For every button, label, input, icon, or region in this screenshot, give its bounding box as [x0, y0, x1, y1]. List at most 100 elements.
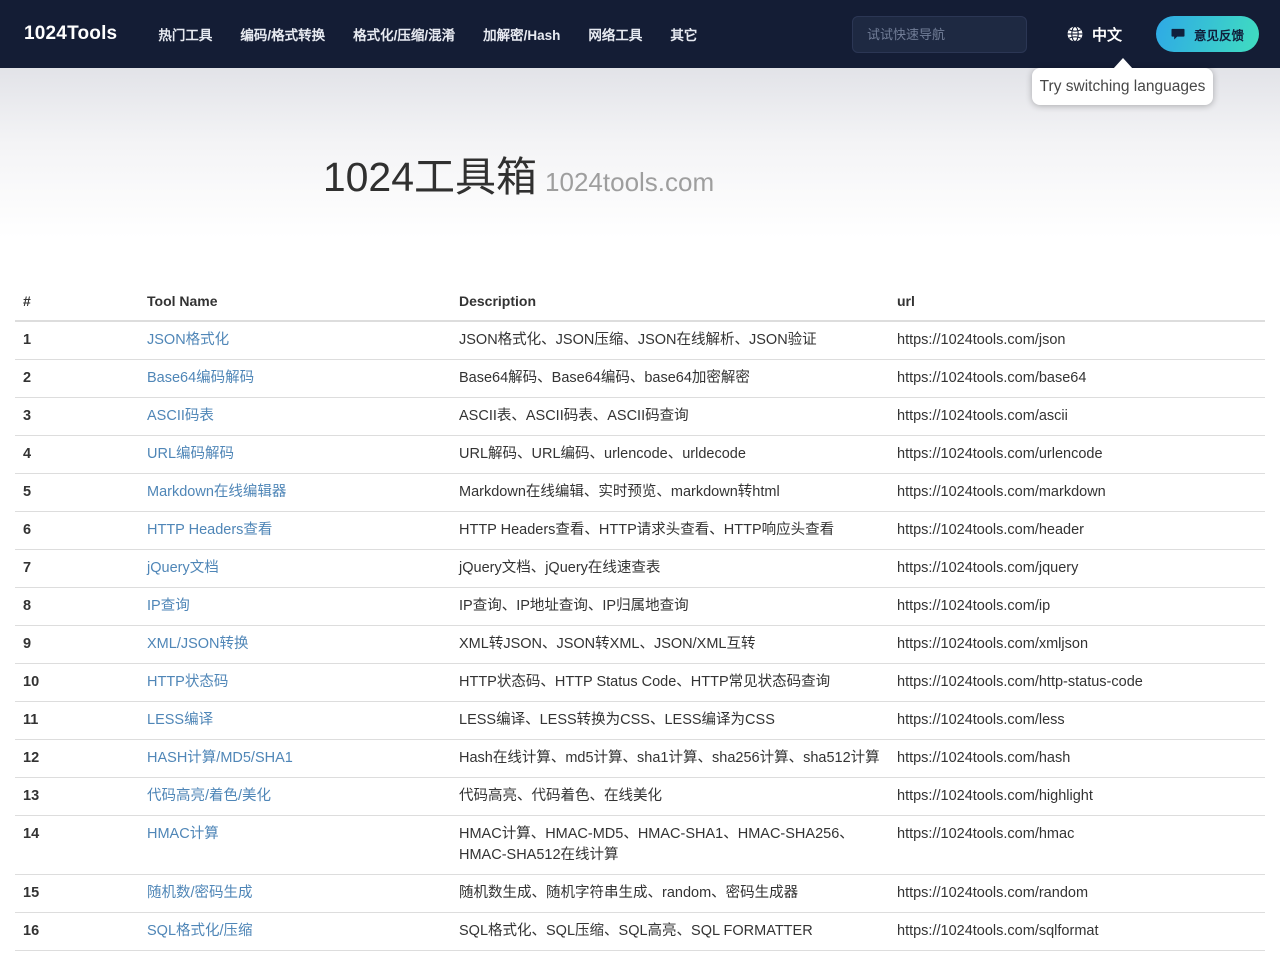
row-number: 7 — [15, 550, 139, 588]
tool-name-link[interactable]: URL编码解码 — [147, 446, 234, 462]
table-header-row: # Tool Name Description url — [15, 283, 1265, 321]
tool-description: XML转JSON、JSON转XML、JSON/XML互转 — [451, 626, 889, 664]
row-number: 3 — [15, 398, 139, 436]
table-row: 2 Base64编码解码 Base64解码、Base64编码、base64加密解… — [15, 360, 1265, 398]
tool-description: jQuery文档、jQuery在线速查表 — [451, 550, 889, 588]
tool-description: HTTP状态码、HTTP Status Code、HTTP常见状态码查询 — [451, 664, 889, 702]
row-number: 12 — [15, 740, 139, 778]
tool-name-link[interactable]: LESS编译 — [147, 712, 213, 728]
tool-url: https://1024tools.com/http-status-code — [889, 664, 1265, 702]
tool-name-link[interactable]: Base64编码解码 — [147, 370, 254, 386]
menu-item-hot-tools[interactable]: 热门工具 — [144, 0, 226, 68]
tool-description: JSON格式化、JSON压缩、JSON在线解析、JSON验证 — [451, 321, 889, 360]
menu-item-format-compress[interactable]: 格式化/压缩/混淆 — [339, 0, 469, 68]
table-row: 6 HTTP Headers查看 HTTP Headers查看、HTTP请求头查… — [15, 512, 1265, 550]
tool-description: Hash在线计算、md5计算、sha1计算、sha256计算、sha512计算 — [451, 740, 889, 778]
header-description: Description — [451, 283, 889, 321]
tool-name-link[interactable]: IP查询 — [147, 598, 190, 614]
tool-description: Base64解码、Base64编码、base64加密解密 — [451, 360, 889, 398]
tool-description: 代码高亮、代码着色、在线美化 — [451, 778, 889, 816]
tool-description: HMAC计算、HMAC-MD5、HMAC-SHA1、HMAC-SHA256、HM… — [451, 816, 889, 875]
top-navbar: 1024Tools 热门工具 编码/格式转换 格式化/压缩/混淆 加解密/Has… — [0, 0, 1280, 68]
tool-url: https://1024tools.com/ip — [889, 588, 1265, 626]
tool-url: https://1024tools.com/ascii — [889, 398, 1265, 436]
tool-name-link[interactable]: 随机数/密码生成 — [147, 885, 253, 901]
language-tooltip: Try switching languages — [1032, 68, 1213, 105]
row-number: 11 — [15, 702, 139, 740]
page-title: 1024工具箱 — [323, 154, 537, 200]
table-row: 3 ASCII码表 ASCII表、ASCII码表、ASCII码查询 https:… — [15, 398, 1265, 436]
header-tool-name: Tool Name — [139, 283, 451, 321]
menu-item-network-tools[interactable]: 网络工具 — [574, 0, 656, 68]
tool-name-link[interactable]: HTTP状态码 — [147, 674, 228, 690]
tools-table: # Tool Name Description url 1 JSON格式化 JS… — [15, 283, 1265, 951]
tool-description: ASCII表、ASCII码表、ASCII码查询 — [451, 398, 889, 436]
menu-item-encode-convert[interactable]: 编码/格式转换 — [226, 0, 339, 68]
tool-description: IP查询、IP地址查询、IP归属地查询 — [451, 588, 889, 626]
tool-name-link[interactable]: JSON格式化 — [147, 332, 229, 348]
tool-name-link[interactable]: Markdown在线编辑器 — [147, 484, 286, 500]
row-number: 13 — [15, 778, 139, 816]
tool-url: https://1024tools.com/urlencode — [889, 436, 1265, 474]
row-number: 8 — [15, 588, 139, 626]
tool-name-link[interactable]: XML/JSON转换 — [147, 636, 249, 652]
tool-name-link[interactable]: jQuery文档 — [147, 560, 219, 576]
header-index: # — [15, 283, 139, 321]
menu-item-crypto-hash[interactable]: 加解密/Hash — [469, 0, 574, 68]
table-row: 10 HTTP状态码 HTTP状态码、HTTP Status Code、HTTP… — [15, 664, 1265, 702]
row-number: 16 — [15, 913, 139, 951]
language-switcher[interactable]: 中文 — [1067, 24, 1122, 45]
tool-url: https://1024tools.com/random — [889, 875, 1265, 913]
row-number: 10 — [15, 664, 139, 702]
row-number: 4 — [15, 436, 139, 474]
row-number: 6 — [15, 512, 139, 550]
tool-name-link[interactable]: SQL格式化/压缩 — [147, 923, 253, 939]
table-row: 9 XML/JSON转换 XML转JSON、JSON转XML、JSON/XML互… — [15, 626, 1265, 664]
main-menu: 热门工具 编码/格式转换 格式化/压缩/混淆 加解密/Hash 网络工具 其它 — [144, 0, 711, 68]
tool-url: https://1024tools.com/base64 — [889, 360, 1265, 398]
table-row: 13 代码高亮/着色/美化 代码高亮、代码着色、在线美化 https://102… — [15, 778, 1265, 816]
table-row: 1 JSON格式化 JSON格式化、JSON压缩、JSON在线解析、JSON验证… — [15, 321, 1265, 360]
table-row: 4 URL编码解码 URL解码、URL编码、urlencode、urldecod… — [15, 436, 1265, 474]
row-number: 15 — [15, 875, 139, 913]
header-url: url — [889, 283, 1265, 321]
tooltip-text: Try switching languages — [1040, 78, 1206, 96]
row-number: 5 — [15, 474, 139, 512]
tool-description: LESS编译、LESS转换为CSS、LESS编译为CSS — [451, 702, 889, 740]
tool-url: https://1024tools.com/json — [889, 321, 1265, 360]
tool-url: https://1024tools.com/xmljson — [889, 626, 1265, 664]
table-row: 5 Markdown在线编辑器 Markdown在线编辑、实时预览、markdo… — [15, 474, 1265, 512]
table-row: 8 IP查询 IP查询、IP地址查询、IP归属地查询 https://1024t… — [15, 588, 1265, 626]
table-row: 16 SQL格式化/压缩 SQL格式化、SQL压缩、SQL高亮、SQL FORM… — [15, 913, 1265, 951]
tool-name-link[interactable]: HTTP Headers查看 — [147, 522, 272, 538]
tool-url: https://1024tools.com/sqlformat — [889, 913, 1265, 951]
menu-item-others[interactable]: 其它 — [656, 0, 711, 68]
table-row: 15 随机数/密码生成 随机数生成、随机字符串生成、random、密码生成器 h… — [15, 875, 1265, 913]
table-row: 14 HMAC计算 HMAC计算、HMAC-MD5、HMAC-SHA1、HMAC… — [15, 816, 1265, 875]
globe-icon — [1067, 26, 1083, 42]
brand-logo[interactable]: 1024Tools — [24, 23, 117, 45]
language-label: 中文 — [1092, 24, 1122, 45]
tool-description: URL解码、URL编码、urlencode、urldecode — [451, 436, 889, 474]
chat-bubble-icon — [1171, 28, 1185, 41]
tool-url: https://1024tools.com/header — [889, 512, 1265, 550]
table-body: 1 JSON格式化 JSON格式化、JSON压缩、JSON在线解析、JSON验证… — [15, 321, 1265, 951]
tool-name-link[interactable]: 代码高亮/着色/美化 — [147, 788, 271, 804]
quick-nav-search-input[interactable] — [852, 16, 1027, 53]
page-subtitle-domain: 1024tools.com — [545, 167, 714, 197]
tool-name-link[interactable]: HASH计算/MD5/SHA1 — [147, 750, 293, 766]
tool-description: Markdown在线编辑、实时预览、markdown转html — [451, 474, 889, 512]
tool-name-link[interactable]: HMAC计算 — [147, 826, 219, 842]
table-row: 12 HASH计算/MD5/SHA1 Hash在线计算、md5计算、sha1计算… — [15, 740, 1265, 778]
row-number: 9 — [15, 626, 139, 664]
tool-url: https://1024tools.com/highlight — [889, 778, 1265, 816]
table-row: 11 LESS编译 LESS编译、LESS转换为CSS、LESS编译为CSS h… — [15, 702, 1265, 740]
tool-description: 随机数生成、随机字符串生成、random、密码生成器 — [451, 875, 889, 913]
row-number: 2 — [15, 360, 139, 398]
tool-name-link[interactable]: ASCII码表 — [147, 408, 214, 424]
row-number: 1 — [15, 321, 139, 360]
tool-url: https://1024tools.com/hmac — [889, 816, 1265, 875]
tool-description: SQL格式化、SQL压缩、SQL高亮、SQL FORMATTER — [451, 913, 889, 951]
tool-url: https://1024tools.com/markdown — [889, 474, 1265, 512]
feedback-button[interactable]: 意见反馈 — [1156, 16, 1259, 52]
